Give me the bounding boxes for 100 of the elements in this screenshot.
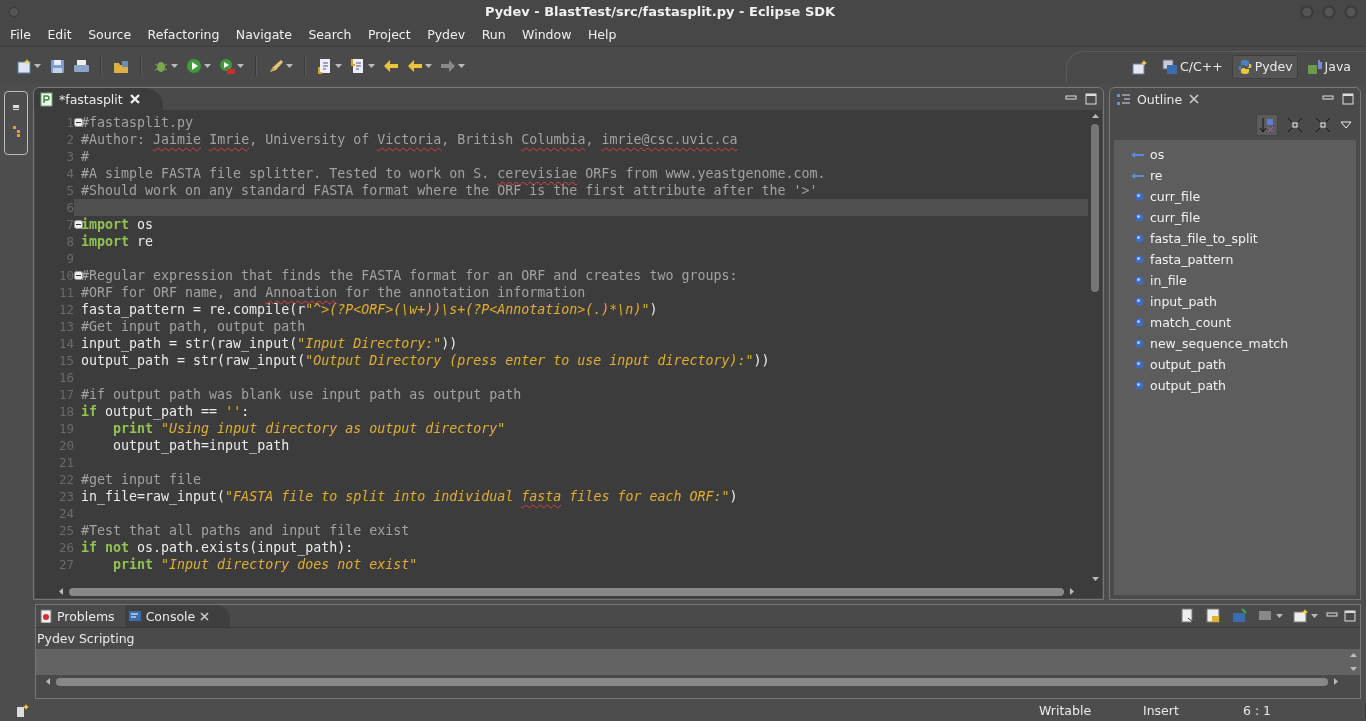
caret-icon[interactable] [204,64,211,68]
menu-item[interactable]: Refactoring [139,27,228,42]
package-explorer-button[interactable] [11,125,21,137]
monitor-icon [127,609,142,623]
variable-icon [1135,276,1144,285]
menu-item[interactable]: Window [514,27,580,42]
code-line: import re [81,234,154,249]
perspective-button[interactable]: Java [1301,54,1356,79]
folder-icon [113,58,129,74]
expand-all-icon [1315,117,1331,133]
code-line: #Regular expression that finds the FASTA format for an ORF and creates two groups: [81,268,738,283]
scroll-thumb[interactable] [69,587,1064,596]
outline-item[interactable]: new_sequence_match [1114,333,1356,354]
restore-icon [12,104,20,111]
menu-item[interactable]: Help [579,27,625,42]
menu-item[interactable]: Search [300,27,360,42]
tree-icon [11,125,21,137]
outline-item[interactable]: curr_file [1114,207,1356,228]
caret-icon[interactable] [425,64,432,68]
panel-tab[interactable]: Problems [36,605,125,627]
code-line: #Test that all paths and input file exist [81,523,410,538]
outline-tab[interactable]: Outline [1110,88,1223,110]
caret-icon[interactable] [237,64,244,68]
scroll-right-icon[interactable] [1070,588,1074,595]
scroll-down-icon[interactable] [1349,667,1357,671]
panel-tab[interactable]: Console [124,605,231,627]
outline-item[interactable]: re [1114,165,1356,186]
document-down-icon [317,58,333,74]
status-text: Writable [1039,702,1093,718]
scroll-thumb[interactable] [56,677,1328,686]
outline-icon [1116,91,1131,107]
outline-item[interactable]: in_file [1114,270,1356,291]
menu-item[interactable]: File [2,27,39,42]
arrow-left-icon [407,58,423,74]
restore-button[interactable] [12,104,20,111]
horizontal-scrollbar[interactable] [35,585,1102,598]
scroll-left-icon[interactable] [46,678,50,685]
scroll-thumb[interactable] [1091,124,1099,292]
code-line: output_path = str(raw_input("Output Directory (press enter to use input directory):")) [81,353,770,368]
code-line: #get input file [81,472,202,487]
pin-icon [1232,608,1248,624]
sort-button[interactable] [1256,114,1278,136]
clipboard-icon [39,609,53,623]
sort-icon [1259,117,1275,133]
python-icon [1236,58,1253,75]
outline-item[interactable]: output_path [1114,375,1356,396]
clear-console-icon [1180,608,1196,624]
caret-icon[interactable] [171,64,178,68]
code-line: fasta_pattern = re.compile(r"^>(?P<ORF>(\w+))\s+(?P<Annotation>(.)*\n)") [81,302,658,317]
document-up-icon [350,58,366,74]
new-file-icon [16,58,32,74]
outline-item[interactable]: match_count [1114,312,1356,333]
code-line: import os [81,217,154,232]
outline-item[interactable]: os [1114,144,1356,165]
caret-icon[interactable] [286,64,293,68]
view-menu-icon[interactable] [1340,121,1352,129]
vertical-scrollbar[interactable] [1346,649,1360,675]
outline-item[interactable]: input_path [1114,291,1356,312]
caret-icon[interactable] [34,64,41,68]
arrow-right-icon [440,58,456,74]
save-icon [49,58,65,74]
collapse-icon[interactable] [74,118,83,127]
perspective-button[interactable]: Pydev [1231,54,1298,79]
printer-icon [73,58,89,74]
menu-item[interactable]: Source [80,27,140,42]
caret-icon[interactable] [335,64,342,68]
outline-item[interactable]: output_path [1114,354,1356,375]
outline-item[interactable]: curr_file [1114,186,1356,207]
menu-item[interactable]: Edit [39,27,80,42]
menu-item[interactable]: Run [473,27,514,42]
caret-icon[interactable] [1276,614,1283,618]
perspective-button[interactable]: C/C++ [1157,54,1228,79]
code-line: #if output path was blank use input path as output path [81,387,522,402]
code-line: # [81,149,89,164]
caret-icon[interactable] [1311,614,1318,618]
scroll-up-icon[interactable] [1091,114,1099,118]
window-plus-icon [1132,58,1148,75]
code-line: #ORF for ORF name, and Annoation for the annotation information [81,285,586,300]
code-line: if output_path == '': [81,404,250,419]
window-plus-icon [16,703,30,717]
caret-icon[interactable] [458,64,465,68]
collapse-all-icon [1287,117,1303,133]
play-icon [186,58,202,74]
scroll-up-icon[interactable] [1349,653,1357,657]
menu-item[interactable]: Navigate [227,27,300,42]
outline-item[interactable]: fasta_file_to_split [1114,228,1356,249]
menu-item[interactable]: Project [359,27,419,42]
status-text: Insert [1143,702,1180,718]
menu-item[interactable]: Pydev [419,27,474,42]
scroll-down-icon[interactable] [1091,577,1099,581]
pen-icon [268,58,284,74]
editor-tab[interactable]: *fastasplit [34,88,163,110]
collapse-icon[interactable] [74,271,83,280]
outline-item[interactable]: fasta_pattern [1114,249,1356,270]
scroll-left-icon[interactable] [59,588,63,595]
collapse-icon[interactable] [74,220,83,229]
scroll-right-icon[interactable] [1334,678,1338,685]
new-console-icon [1293,608,1309,624]
import-icon [1130,172,1144,179]
caret-icon[interactable] [368,64,375,68]
